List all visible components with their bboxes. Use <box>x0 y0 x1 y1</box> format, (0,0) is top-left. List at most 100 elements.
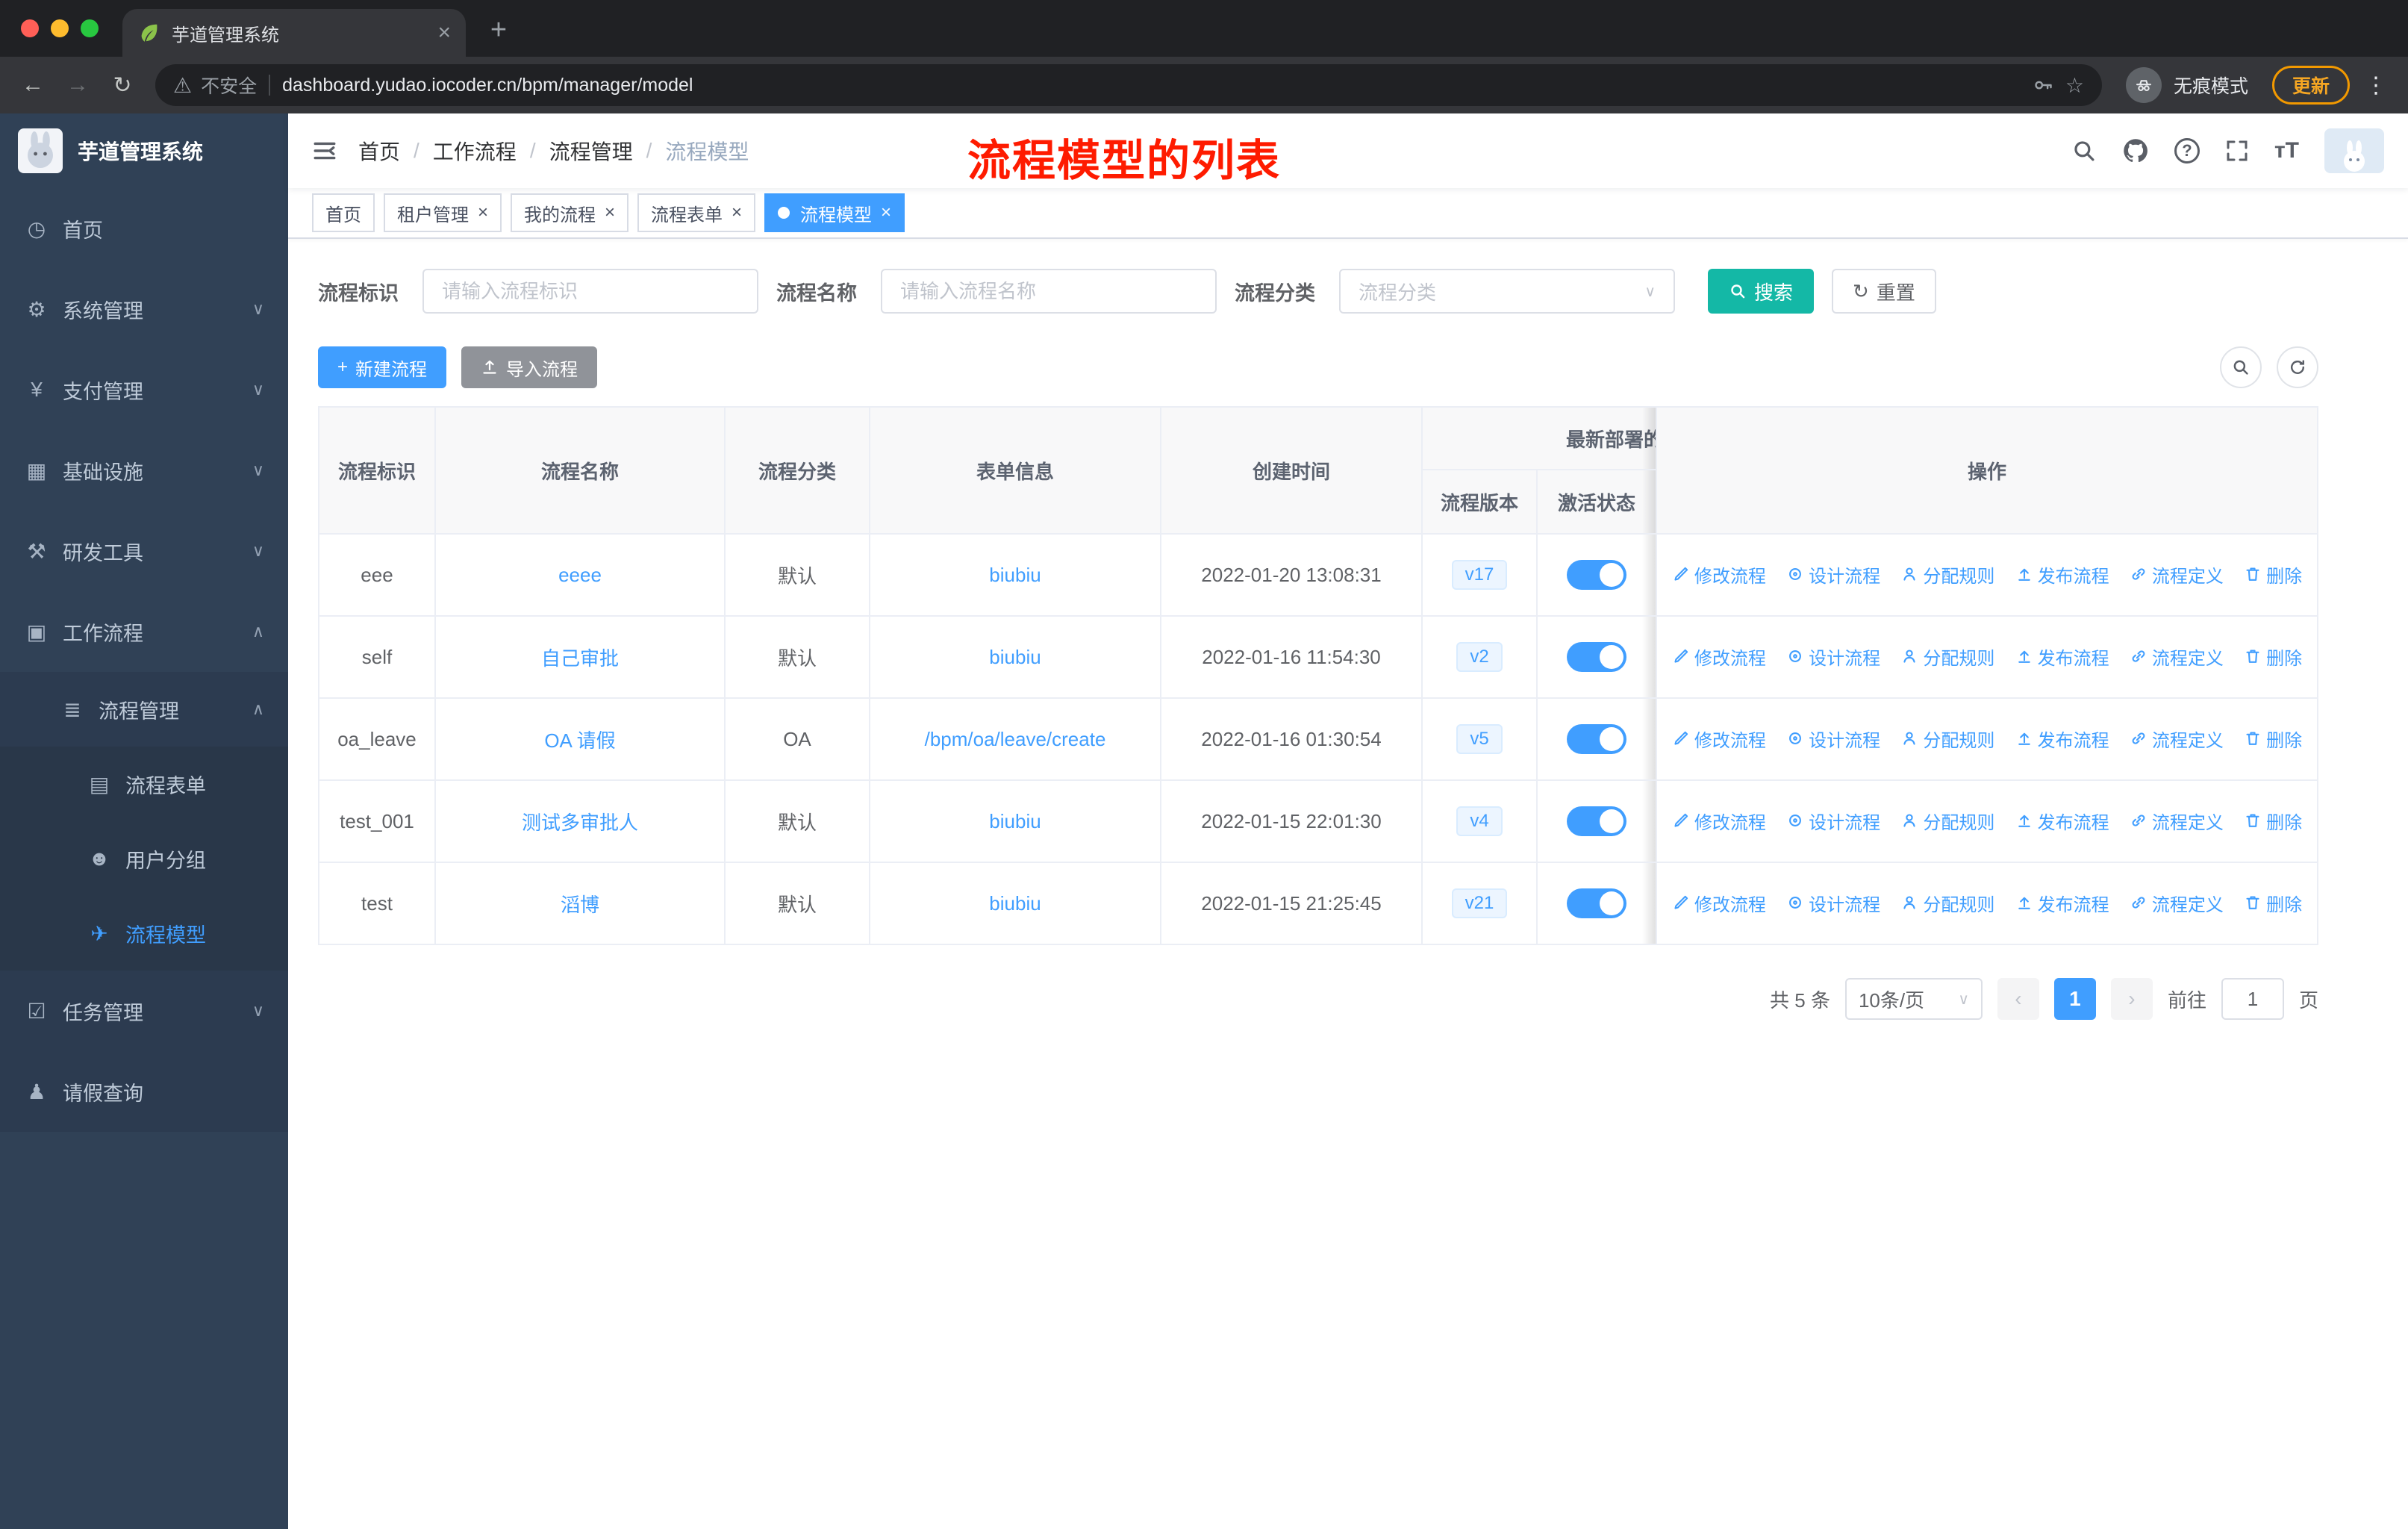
browser-tab[interactable]: 芋道管理系统 × <box>122 9 466 57</box>
design-process-link[interactable]: 设计流程 <box>1786 561 1880 588</box>
breadcrumb-home[interactable]: 首页 <box>358 136 400 166</box>
sidebar-item-system[interactable]: ⚙ 系统管理 ∨ <box>0 269 288 349</box>
github-icon[interactable] <box>2122 137 2149 164</box>
bookmark-star-icon[interactable]: ☆ <box>2065 73 2084 98</box>
page-number-button[interactable]: 1 <box>2053 978 2096 1020</box>
sidebar-item-process-management[interactable]: ≣ 流程管理 ∧ <box>0 672 288 747</box>
assign-rule-link[interactable]: 分配规则 <box>1900 890 1994 916</box>
search-button[interactable]: 搜索 <box>1708 269 1815 314</box>
delete-process-link[interactable]: 删除 <box>2244 808 2302 834</box>
breadcrumb-process-management[interactable]: 流程管理 <box>549 136 633 166</box>
create-process-button[interactable]: + 新建流程 <box>318 346 447 388</box>
publish-process-link[interactable]: 发布流程 <box>2015 644 2109 670</box>
reset-button[interactable]: ↻ 重置 <box>1832 269 1936 314</box>
process-key-input[interactable] <box>422 269 758 314</box>
goto-page-input[interactable] <box>2221 978 2284 1020</box>
sidebar-item-user-group[interactable]: ☻ 用户分组 <box>0 821 288 896</box>
active-toggle[interactable] <box>1567 642 1626 672</box>
close-icon[interactable]: × <box>881 202 891 223</box>
forward-icon[interactable]: → <box>57 64 99 106</box>
assign-rule-link[interactable]: 分配规则 <box>1900 726 1994 752</box>
process-name-link[interactable]: 自己审批 <box>541 647 619 670</box>
sidebar-item-leave-query[interactable]: ♟ 请假查询 <box>0 1051 288 1132</box>
delete-process-link[interactable]: 删除 <box>2244 644 2302 670</box>
user-avatar[interactable] <box>2324 128 2384 173</box>
next-page-button[interactable]: › <box>2110 978 2153 1020</box>
modify-process-link[interactable]: 修改流程 <box>1672 890 1766 916</box>
publish-process-link[interactable]: 发布流程 <box>2015 726 2109 752</box>
form-info-link[interactable]: biubiu <box>989 646 1041 668</box>
prev-page-button[interactable]: ‹ <box>1997 978 2039 1020</box>
tag-my-process[interactable]: 我的流程 × <box>511 193 629 232</box>
sidebar-item-task-management[interactable]: ☑ 任务管理 ∨ <box>0 971 288 1051</box>
close-icon[interactable]: × <box>478 202 488 223</box>
design-process-link[interactable]: 设计流程 <box>1786 644 1880 670</box>
design-process-link[interactable]: 设计流程 <box>1786 726 1880 752</box>
browser-update-button[interactable]: 更新 <box>2271 66 2350 105</box>
active-toggle[interactable] <box>1567 724 1626 754</box>
toggle-search-button[interactable] <box>2220 346 2262 388</box>
publish-process-link[interactable]: 发布流程 <box>2015 890 2109 916</box>
modify-process-link[interactable]: 修改流程 <box>1672 808 1766 834</box>
tab-close-icon[interactable]: × <box>437 22 451 44</box>
fullscreen-icon[interactable] <box>2225 139 2249 163</box>
tag-tenant-management[interactable]: 租户管理 × <box>384 193 502 232</box>
form-info-link[interactable]: biubiu <box>989 892 1041 915</box>
tag-process-model[interactable]: 流程模型 × <box>764 193 905 232</box>
process-category-select[interactable]: 流程分类 ∨ <box>1339 269 1675 314</box>
delete-process-link[interactable]: 删除 <box>2244 561 2302 588</box>
process-definition-link[interactable]: 流程定义 <box>2130 808 2224 834</box>
sidebar-item-devtools[interactable]: ⚒ 研发工具 ∨ <box>0 511 288 591</box>
close-icon[interactable]: × <box>605 202 615 223</box>
breadcrumb-workflow[interactable]: 工作流程 <box>433 136 517 166</box>
process-name-link[interactable]: 测试多审批人 <box>522 812 638 834</box>
minimize-window-button[interactable] <box>51 19 69 37</box>
help-icon[interactable]: ? <box>2174 138 2200 164</box>
back-icon[interactable]: ← <box>12 64 54 106</box>
sidebar-item-process-model[interactable]: ✈ 流程模型 <box>0 896 288 971</box>
sidebar-item-home[interactable]: ◷ 首页 <box>0 188 288 269</box>
design-process-link[interactable]: 设计流程 <box>1786 890 1880 916</box>
publish-process-link[interactable]: 发布流程 <box>2015 561 2109 588</box>
new-tab-button[interactable]: + <box>478 9 520 51</box>
form-info-link[interactable]: biubiu <box>989 564 1041 586</box>
modify-process-link[interactable]: 修改流程 <box>1672 726 1766 752</box>
process-definition-link[interactable]: 流程定义 <box>2130 644 2224 670</box>
reload-icon[interactable]: ↻ <box>102 64 143 106</box>
close-window-button[interactable] <box>21 19 39 37</box>
sidebar-logo[interactable]: 芋道管理系统 <box>0 113 288 188</box>
process-name-input[interactable] <box>881 269 1217 314</box>
zoom-window-button[interactable] <box>81 19 99 37</box>
active-toggle[interactable] <box>1567 806 1626 836</box>
modify-process-link[interactable]: 修改流程 <box>1672 644 1766 670</box>
process-definition-link[interactable]: 流程定义 <box>2130 561 2224 588</box>
browser-menu-icon[interactable]: ⋮ <box>2356 72 2396 99</box>
assign-rule-link[interactable]: 分配规则 <box>1900 561 1994 588</box>
close-icon[interactable]: × <box>732 202 742 223</box>
sidebar-item-process-form[interactable]: ▤ 流程表单 <box>0 747 288 821</box>
assign-rule-link[interactable]: 分配规则 <box>1900 808 1994 834</box>
sidebar-item-workflow[interactable]: ▣ 工作流程 ∧ <box>0 591 288 672</box>
modify-process-link[interactable]: 修改流程 <box>1672 561 1766 588</box>
search-icon[interactable] <box>2071 138 2097 164</box>
process-name-link[interactable]: 滔博 <box>561 894 599 916</box>
process-name-link[interactable]: eeee <box>558 564 602 586</box>
sidebar-item-infrastructure[interactable]: ▦ 基础设施 ∨ <box>0 430 288 511</box>
delete-process-link[interactable]: 删除 <box>2244 726 2302 752</box>
sidebar-collapse-icon[interactable] <box>312 138 337 164</box>
form-info-link[interactable]: biubiu <box>989 810 1041 832</box>
page-size-select[interactable]: 10条/页 ∨ <box>1844 978 1983 1020</box>
delete-process-link[interactable]: 删除 <box>2244 890 2302 916</box>
process-definition-link[interactable]: 流程定义 <box>2130 726 2224 752</box>
process-name-link[interactable]: OA 请假 <box>544 729 615 752</box>
sidebar-item-payment[interactable]: ¥ 支付管理 ∨ <box>0 349 288 430</box>
process-definition-link[interactable]: 流程定义 <box>2130 890 2224 916</box>
password-key-icon[interactable] <box>2033 75 2053 96</box>
refresh-table-button[interactable] <box>2277 346 2318 388</box>
tag-home[interactable]: 首页 <box>312 193 375 232</box>
tag-process-form[interactable]: 流程表单 × <box>637 193 756 232</box>
assign-rule-link[interactable]: 分配规则 <box>1900 644 1994 670</box>
active-toggle[interactable] <box>1567 560 1626 590</box>
security-indicator[interactable]: ⚠ 不安全 <box>173 72 257 99</box>
font-size-icon[interactable]: тT <box>2274 138 2299 164</box>
